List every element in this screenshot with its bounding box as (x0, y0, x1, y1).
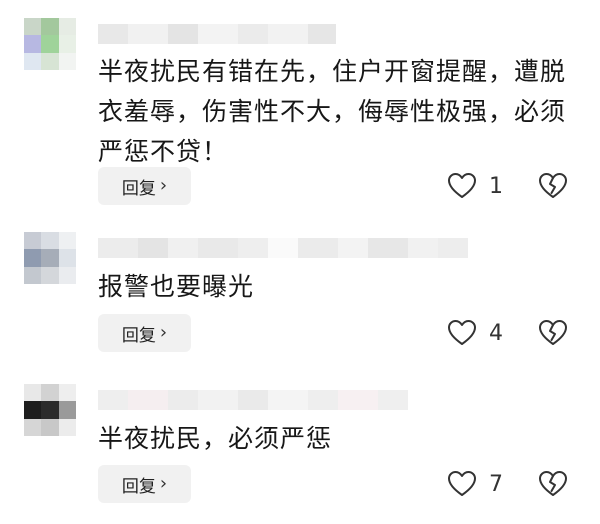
broken-heart-outline-icon (539, 320, 567, 345)
chevron-right-icon: › (159, 473, 168, 494)
comment-text: 半夜扰民，必须严惩 (98, 424, 333, 453)
heart-outline-icon (448, 320, 476, 345)
avatar[interactable] (24, 18, 76, 70)
chevron-right-icon: › (159, 175, 168, 196)
like-count: 7 (489, 471, 503, 497)
broken-heart-outline-icon (539, 471, 567, 496)
like-count: 1 (489, 173, 503, 199)
dislike-button[interactable] (538, 319, 568, 347)
comment-text: 报警也要曝光 (98, 272, 255, 301)
heart-outline-icon (448, 471, 476, 496)
like-button[interactable]: 7 (447, 468, 503, 500)
reply-button[interactable]: 回复 › (98, 314, 191, 352)
reply-button[interactable]: 回复 › (98, 167, 191, 205)
heart-outline-icon (448, 173, 476, 198)
chevron-right-icon: › (159, 322, 168, 343)
reply-label: 回复 (121, 178, 156, 199)
avatar[interactable] (24, 232, 76, 284)
username-blurred[interactable] (98, 390, 408, 410)
like-count: 4 (489, 320, 503, 346)
username-blurred[interactable] (98, 238, 468, 258)
reply-button[interactable]: 回复 › (98, 465, 191, 503)
username-blurred[interactable] (98, 24, 336, 44)
broken-heart-outline-icon (539, 173, 567, 198)
dislike-button[interactable] (538, 470, 568, 498)
dislike-button[interactable] (538, 172, 568, 200)
like-button[interactable]: 4 (447, 317, 503, 349)
like-button[interactable]: 1 (447, 170, 503, 202)
reply-label: 回复 (121, 476, 156, 497)
comment-text: 半夜扰民有错在先，住户开窗提醒，遭脱衣羞辱，伤害性不大，侮辱性极强，必须严惩不贷… (98, 57, 567, 166)
avatar[interactable] (24, 384, 76, 436)
reply-label: 回复 (121, 325, 156, 346)
